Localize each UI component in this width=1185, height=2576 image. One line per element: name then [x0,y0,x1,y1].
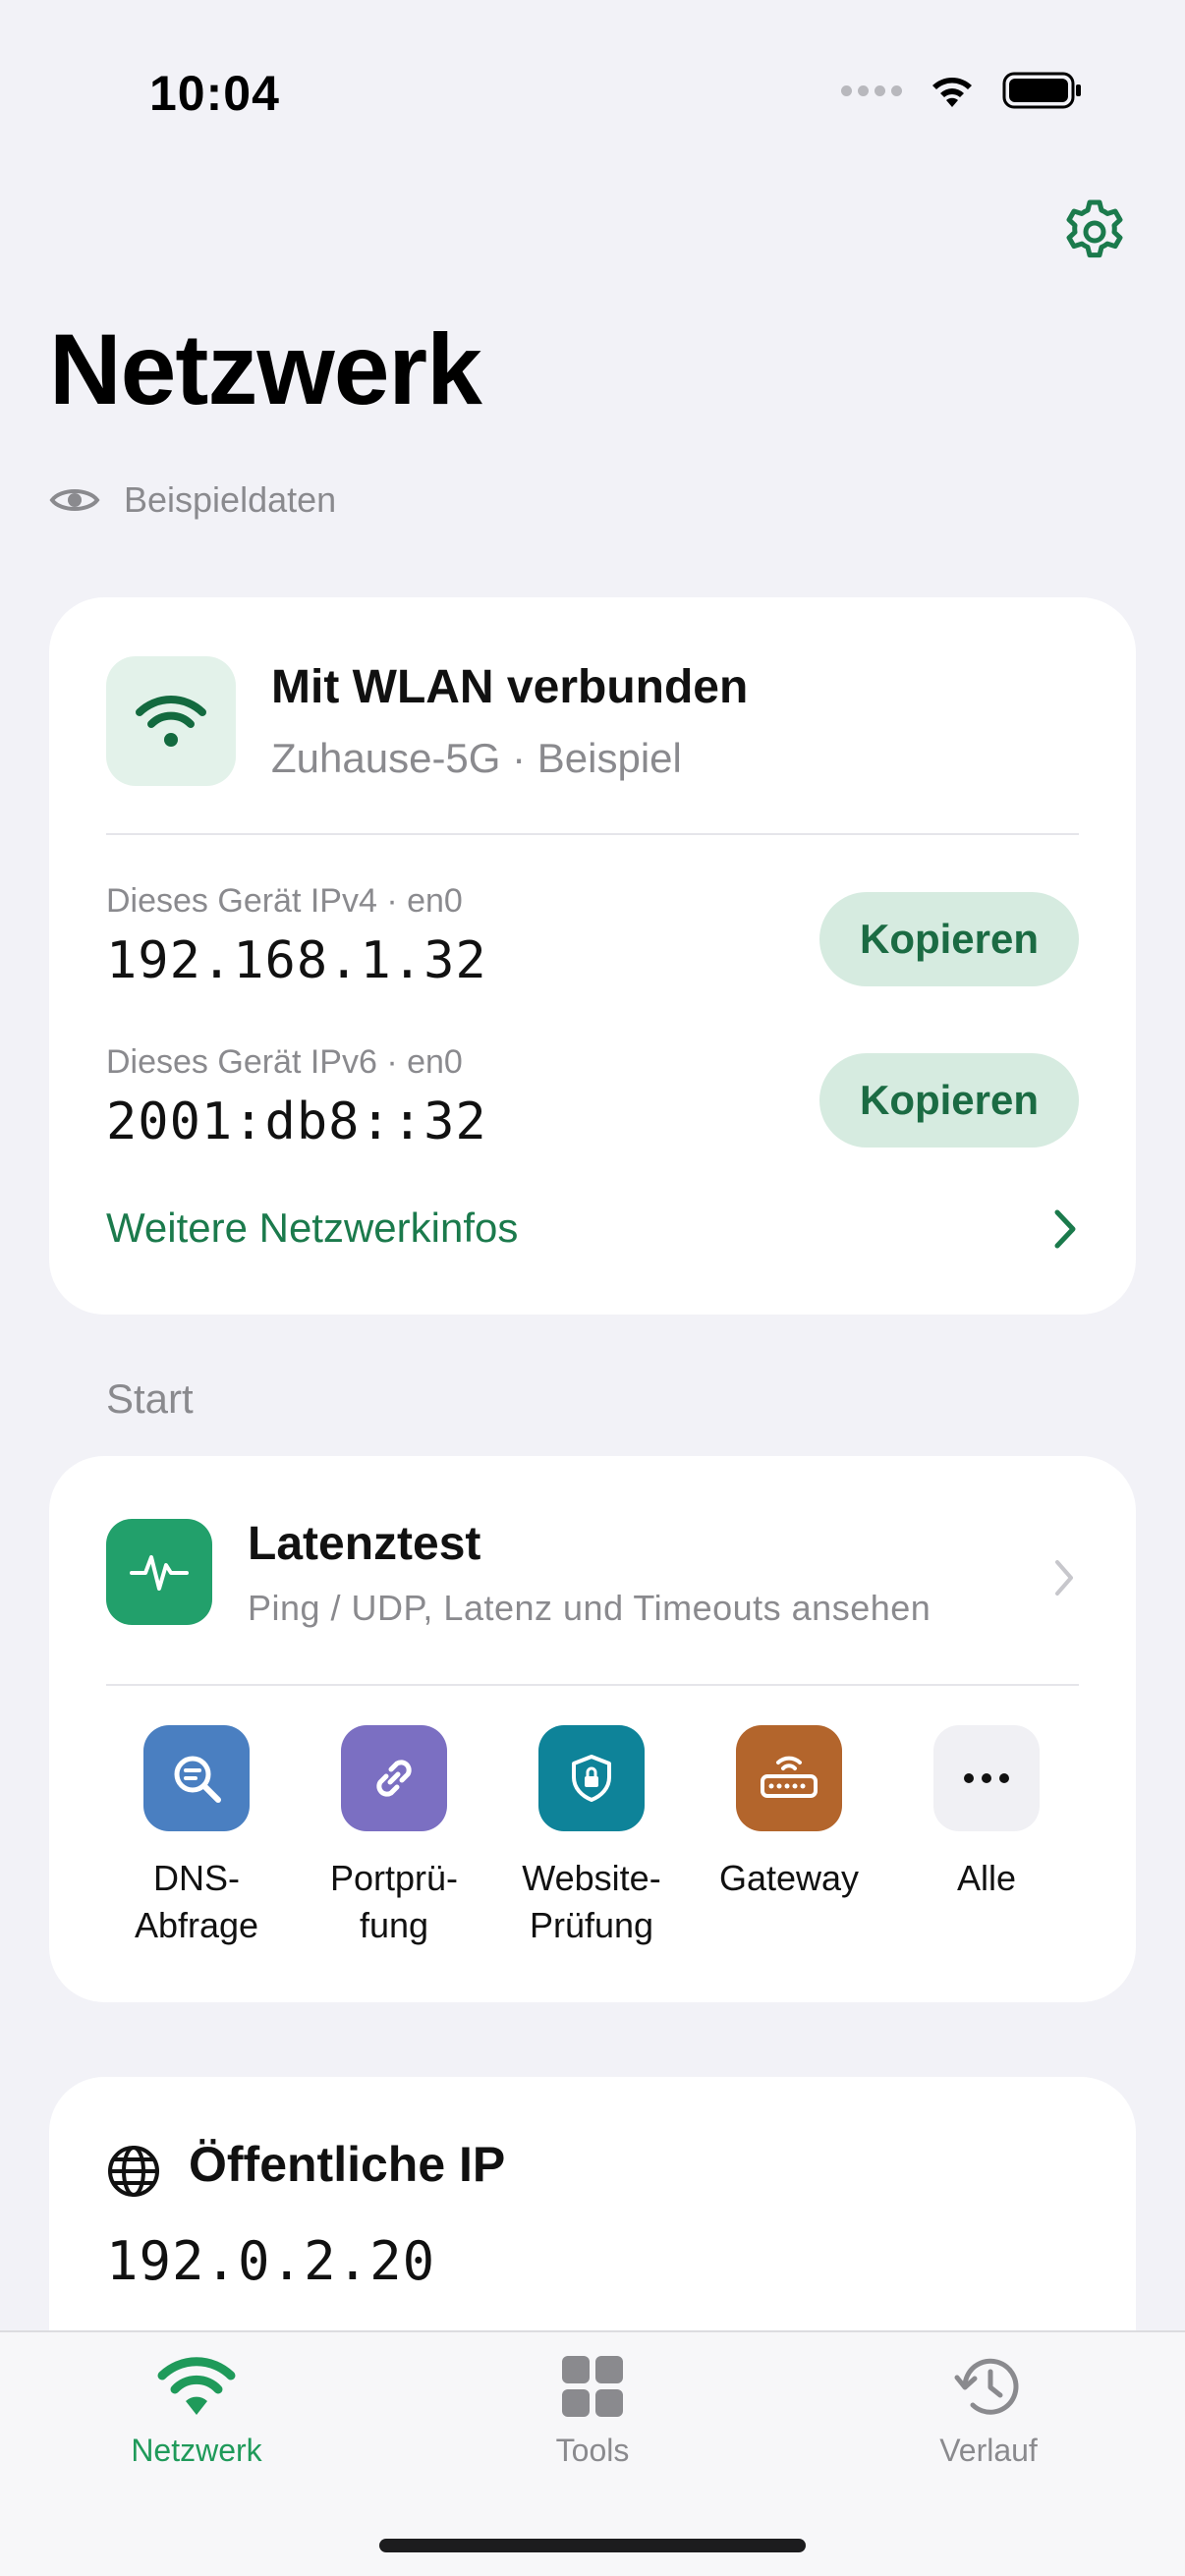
tab-tools[interactable]: Tools [455,2354,730,2469]
tool-label: Portprü-fung [329,1858,459,1945]
more-network-info-link[interactable]: Weitere Netzwerkinfos [106,1204,518,1252]
section-label-start: Start [106,1375,194,1422]
settings-gear-icon[interactable] [1059,196,1130,267]
status-icons [841,71,1083,110]
pulse-icon [130,1555,189,1591]
tool-gateway[interactable]: Gateway [691,1725,887,1902]
latency-tile [106,1519,212,1625]
tool-label: DNS- Abfrage [134,1858,259,1945]
ipv6-value: 2001:db8::32 [106,1092,487,1151]
chevron-right-icon[interactable] [1051,1206,1081,1252]
cellular-signal-icon [841,84,902,96]
wifi-tile [106,656,236,786]
tool-website-check[interactable]: Website- Prüfung [493,1725,690,1949]
chevron-right-icon [1055,1560,1073,1596]
shield-lock-icon [538,1725,645,1831]
wifi-icon [157,2357,236,2415]
sample-data-label: Beispieldaten [124,479,337,520]
status-time: 10:04 [149,66,280,121]
page-title: Netzwerk [49,313,482,425]
latency-title: Latenztest [248,1518,481,1570]
tool-label: Gateway [718,1858,860,1898]
tool-label: Alle [956,1858,1017,1898]
public-ip-title: Öffentliche IP [189,2137,506,2192]
copy-ipv6-button[interactable]: Kopieren [819,1053,1079,1148]
battery-icon [1002,72,1081,109]
copy-ipv4-button[interactable]: Kopieren [819,892,1079,986]
tab-label: Verlauf [939,2433,1038,2468]
ipv6-label: Dieses Gerät IPv6 · en0 [106,1043,463,1081]
divider [106,1684,1079,1686]
connection-subtitle: Zuhause-5G · Beispiel [271,735,682,781]
tab-history[interactable]: Verlauf [851,2354,1126,2469]
link-icon [341,1725,447,1831]
ipv4-label: Dieses Gerät IPv4 · en0 [106,882,463,920]
dns-search-icon [143,1725,250,1831]
sample-data-indicator: Beispieldaten [49,479,336,521]
eye-icon [49,489,100,511]
more-icon [933,1725,1040,1831]
home-indicator [379,2539,806,2552]
tool-dns-lookup[interactable]: DNS- Abfrage [98,1725,295,1949]
tool-all[interactable]: Alle [888,1725,1085,1902]
router-icon [736,1725,842,1831]
start-card: Latenztest Ping / UDP, Latenz und Timeou… [49,1456,1136,2002]
latency-subtitle: Ping / UDP, Latenz und Timeouts ansehen [248,1588,931,1628]
tool-port-check[interactable]: Portprü-fung [296,1725,492,1949]
tab-network[interactable]: Netzwerk [59,2354,334,2469]
history-icon [954,2358,1019,2415]
globe-icon [108,2146,159,2197]
tool-label: Website- Prüfung [522,1858,661,1945]
tab-label: Netzwerk [131,2433,262,2468]
latency-test-row[interactable]: Latenztest Ping / UDP, Latenz und Timeou… [49,1456,1136,1684]
ipv4-value: 192.168.1.32 [106,931,487,990]
grid-icon [562,2356,623,2417]
wifi-icon [136,696,206,747]
tab-label: Tools [555,2433,630,2468]
divider [106,833,1079,835]
connection-card: Mit WLAN verbunden Zuhause-5G · Beispiel… [49,597,1136,1315]
wifi-status-icon [932,78,972,107]
public-ip-value: 192.0.2.20 [106,2230,436,2292]
connection-title: Mit WLAN verbunden [271,661,749,713]
